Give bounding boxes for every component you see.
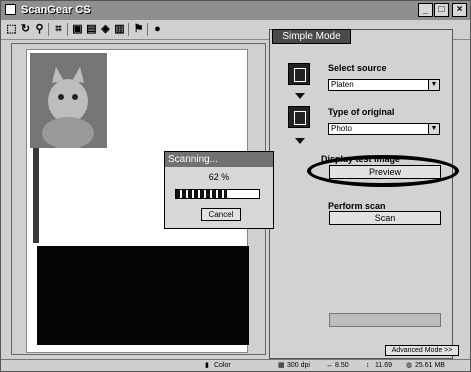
type-of-original-label: Type of original <box>328 107 395 117</box>
original-type-icon <box>288 106 310 128</box>
app-icon <box>5 4 16 15</box>
scanner-icon <box>288 63 310 85</box>
source-select[interactable]: Platen ▼ <box>328 79 440 91</box>
original-type-select[interactable]: Photo ▼ <box>328 123 440 135</box>
chevron-down-icon[interactable]: ▼ <box>428 124 439 134</box>
width-icon: ↔ <box>326 362 333 369</box>
file-size: 25.61 MB <box>415 362 445 369</box>
color-mode: Color <box>214 362 231 369</box>
progress-fill <box>176 190 228 198</box>
close-button[interactable]: × <box>452 3 467 17</box>
status-bar: ▮ Color ▦ 300 dpi ↔ 8.50 ↕ 11.69 ◍ 25.61… <box>1 359 470 371</box>
cancel-button[interactable]: Cancel <box>201 208 241 221</box>
highlight-ring <box>307 155 459 187</box>
chevron-down-icon[interactable]: ▼ <box>428 80 439 90</box>
scan-button[interactable]: Scan <box>329 211 441 225</box>
width-value: 8.50 <box>335 362 349 369</box>
toolbar-separator <box>48 23 49 36</box>
maximize-button[interactable]: □ <box>434 3 449 17</box>
advanced-mode-button[interactable]: Advanced Mode >> <box>385 345 459 356</box>
select-all-icon[interactable]: ⬚ <box>5 23 18 36</box>
perform-scan-label: Perform scan <box>328 201 386 211</box>
original-type-value: Photo <box>331 124 352 133</box>
flag-icon[interactable]: ⚑ <box>132 23 145 36</box>
preview-dark-region <box>37 246 249 345</box>
scangear-window: ScanGear CS _ □ × ⬚ ↻ ⚲ ⌗ ▣ ▤ ◈ ▥ ⚑ ● Si… <box>0 0 471 372</box>
resolution: 300 dpi <box>287 362 310 369</box>
toolbar-separator <box>67 23 68 36</box>
zoom-icon[interactable]: ⚲ <box>33 23 46 36</box>
minimize-button[interactable]: _ <box>418 3 433 17</box>
print-icon[interactable]: ▥ <box>113 23 126 36</box>
tab-simple-mode[interactable]: Simple Mode <box>272 29 351 44</box>
progress-bar <box>175 189 260 199</box>
toolbar-separator <box>128 23 129 36</box>
scanning-dialog: Scanning... 62 % Cancel <box>164 151 274 229</box>
height-icon: ↕ <box>366 362 370 369</box>
color-icon[interactable]: ◈ <box>99 23 112 36</box>
resolution-icon: ▦ <box>278 362 285 369</box>
step-arrow-icon <box>295 138 305 144</box>
color-mode-icon: ▮ <box>205 362 209 369</box>
disabled-button <box>329 313 441 327</box>
info-icon[interactable]: ● <box>151 23 164 36</box>
fit-icon[interactable]: ⌗ <box>52 23 65 36</box>
photo-icon[interactable]: ▤ <box>85 23 98 36</box>
window-title: ScanGear CS <box>21 4 91 16</box>
preview-photo-thumbnail <box>30 53 107 149</box>
cat-image <box>42 67 94 149</box>
dialog-title: Scanning... <box>165 152 273 167</box>
rotate-icon[interactable]: ↻ <box>19 23 32 36</box>
source-select-value: Platen <box>331 80 354 89</box>
height-value: 11.69 <box>375 362 392 369</box>
file-size-icon: ◍ <box>406 362 413 369</box>
step-arrow-icon <box>295 93 305 99</box>
toolbar-separator <box>147 23 148 36</box>
film-icon[interactable]: ▣ <box>71 23 84 36</box>
progress-percent: 62 % <box>208 172 230 182</box>
title-bar[interactable]: ScanGear CS _ □ × <box>1 1 470 20</box>
select-source-label: Select source <box>328 63 387 73</box>
